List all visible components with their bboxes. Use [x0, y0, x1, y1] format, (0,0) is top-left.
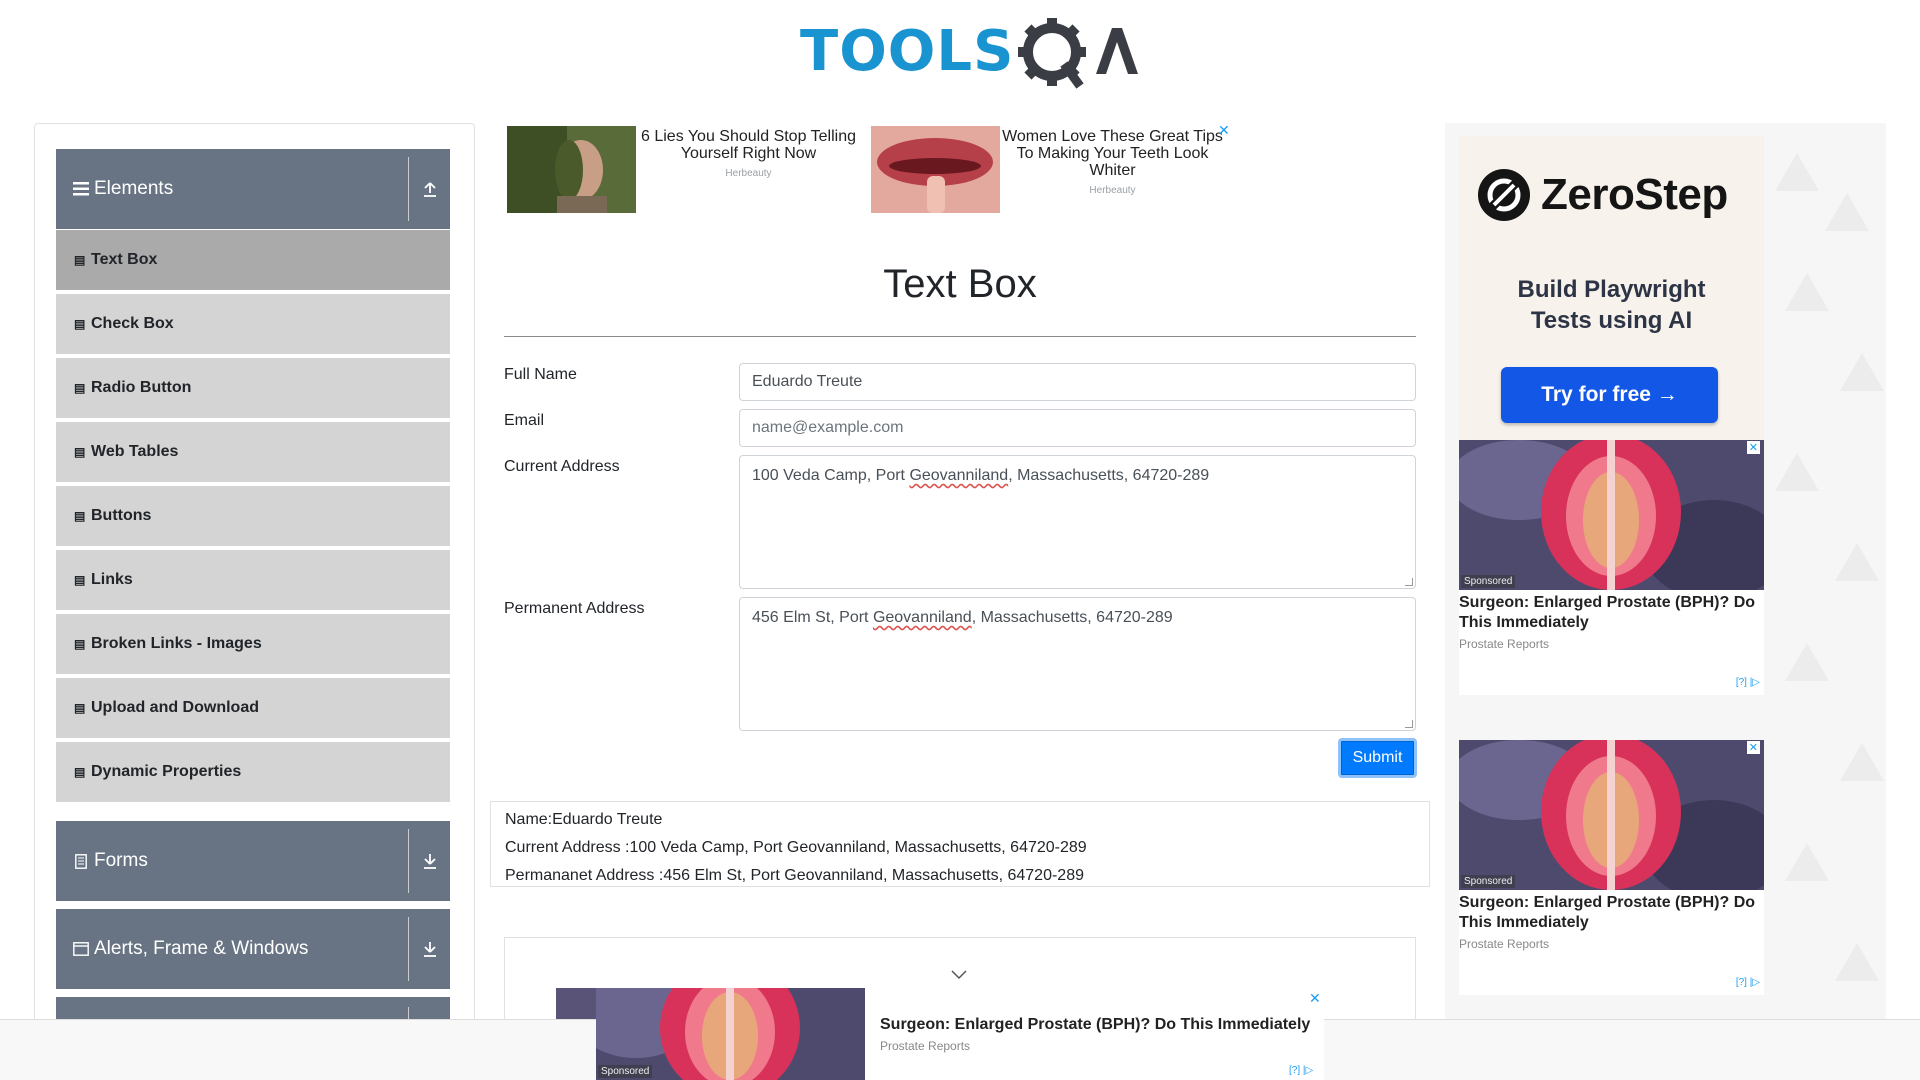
adchoices-icon[interactable]: [?] |▷ — [1736, 977, 1760, 988]
group-label-alerts: Alerts, Frame & Windows — [94, 938, 309, 959]
ad-title: Women Love These Great Tips To Making Yo… — [1002, 128, 1223, 179]
chevron-down-icon[interactable] — [951, 970, 967, 980]
html-file-icon: ▤ — [74, 701, 86, 715]
resize-handle[interactable] — [1405, 578, 1413, 586]
expand-icon[interactable] — [408, 829, 450, 893]
email-placeholder: name@example.com — [752, 419, 904, 436]
sidebar-item-radio-button[interactable]: ▤ Radio Button — [56, 358, 450, 420]
logo-tools-text: TOOLS — [800, 19, 1015, 84]
spellcheck-word: Geovanniland — [872, 609, 972, 626]
ad-headline: Surgeon: Enlarged Prostate (BPH)? Do Thi… — [1459, 894, 1756, 931]
output-permanent-address: Permananet Address :456 Elm St, Port Geo… — [505, 867, 1084, 884]
window-icon — [72, 942, 90, 956]
expand-icon[interactable] — [408, 917, 450, 981]
zerostep-ad[interactable]: ZeroStep Build Playwright Tests using AI… — [1459, 136, 1764, 442]
zerostep-logo-icon — [1478, 169, 1530, 221]
html-file-icon: ▤ — [74, 253, 86, 267]
html-file-icon: ▤ — [74, 381, 86, 395]
group-label-forms: Forms — [94, 850, 148, 871]
output-name: Name:Eduardo Treute — [505, 811, 663, 828]
permanent-address-textarea[interactable]: 456 Elm St, Port Geovanniland, Massachus… — [739, 597, 1416, 731]
sidebar-item-check-box[interactable]: ▤ Check Box — [56, 294, 450, 356]
sidebar-item-web-tables[interactable]: ▤ Web Tables — [56, 422, 450, 484]
side-ad-1[interactable]: Sponsored ✕ Surgeon: Enlarged Prostate (… — [1459, 440, 1764, 695]
spellcheck-word: Geovanniland — [909, 467, 1009, 484]
logo-gear-qa-icon — [1018, 18, 1139, 89]
right-ad-panel: ZeroStep Build Playwright Tests using AI… — [1445, 123, 1886, 1080]
submit-button[interactable]: Submit — [1338, 738, 1417, 778]
close-ad-icon[interactable]: ✕ — [1746, 441, 1760, 454]
zerostep-tagline: Build Playwright — [1517, 276, 1706, 303]
title-divider — [504, 336, 1416, 337]
output-current-address: Current Address :100 Veda Camp, Port Geo… — [505, 839, 1087, 856]
zerostep-tagline: Tests using AI — [1530, 307, 1693, 334]
output-box: Name:Eduardo Treute Current Address :100… — [490, 801, 1430, 887]
ad-source: Herbeauty — [1089, 185, 1136, 196]
html-file-icon: ▤ — [74, 573, 86, 587]
ad-image: Sponsored ✕ — [1459, 740, 1764, 890]
group-header-alerts[interactable]: Alerts, Frame & Windows — [56, 909, 450, 989]
toolsqa-logo[interactable]: TOOLS — [800, 14, 1139, 90]
ad-source: Prostate Reports — [1459, 637, 1550, 651]
adchoices-icon[interactable]: [?] |▷ — [1289, 1065, 1313, 1076]
html-file-icon: ▤ — [74, 317, 86, 331]
close-ad-icon[interactable]: ✕ — [1309, 990, 1321, 1007]
ad-thumbnail — [871, 126, 1000, 213]
close-ad-icon[interactable]: ✕ — [1218, 122, 1230, 139]
sidebar-item-upload-download[interactable]: ▤ Upload and Download — [56, 678, 450, 740]
close-ad-icon[interactable]: ✕ — [1746, 741, 1760, 754]
ad-headline: Surgeon: Enlarged Prostate (BPH)? Do Thi… — [1459, 594, 1756, 631]
full-name-label: Full Name — [504, 366, 577, 383]
html-file-icon: ▤ — [74, 445, 86, 459]
ad-source: Prostate Reports — [880, 1039, 971, 1053]
group-header-forms[interactable]: Forms — [56, 821, 450, 901]
sponsored-badge: Sponsored — [598, 1065, 653, 1078]
html-file-icon: ▤ — [74, 637, 86, 651]
sponsored-badge: Sponsored — [1461, 875, 1516, 888]
full-name-input[interactable]: Eduardo Treute — [739, 363, 1416, 401]
sidebar-item-dynamic-properties[interactable]: ▤ Dynamic Properties — [56, 742, 450, 804]
sponsored-badge: Sponsored — [1461, 575, 1516, 588]
resize-handle[interactable] — [1405, 720, 1413, 728]
form-icon — [72, 853, 90, 869]
sidebar-item-text-box[interactable]: ▤ Text Box — [56, 230, 450, 292]
page-title: Text Box — [883, 262, 1037, 306]
sidebar-item-broken-links[interactable]: ▤ Broken Links - Images — [56, 614, 450, 676]
html-file-icon: ▤ — [74, 509, 86, 523]
top-ad-2[interactable]: Women Love These Great Tips To Making Yo… — [871, 126, 1225, 213]
ad-thumbnail — [507, 126, 636, 213]
collapse-icon[interactable] — [408, 157, 450, 221]
html-file-icon: ▤ — [74, 765, 86, 779]
ad-image: Sponsored ✕ — [1459, 440, 1764, 590]
ad-image: Sponsored — [596, 988, 865, 1080]
sidebar-item-links[interactable]: ▤ Links — [56, 550, 450, 612]
current-address-label: Current Address — [504, 458, 620, 475]
ad-title: 6 Lies You Should Stop Telling Yourself … — [641, 128, 856, 162]
top-ad-1[interactable]: 6 Lies You Should Stop Telling Yourself … — [507, 126, 861, 213]
ad-source: Prostate Reports — [1459, 937, 1550, 951]
try-free-button[interactable]: Try for free → — [1501, 367, 1718, 423]
hamburger-icon — [72, 182, 90, 196]
side-ad-2[interactable]: Sponsored ✕ Surgeon: Enlarged Prostate (… — [1459, 740, 1764, 995]
current-address-textarea[interactable]: 100 Veda Camp, Port Geovanniland, Massac… — [739, 455, 1416, 589]
email-input[interactable]: name@example.com — [739, 409, 1416, 447]
group-header-elements[interactable]: Elements — [56, 149, 450, 229]
group-label-elements: Elements — [94, 178, 174, 199]
sticky-ad[interactable]: Sponsored Surgeon: Enlarged Prostate (BP… — [596, 988, 1324, 1080]
ad-source: Herbeauty — [725, 168, 772, 179]
email-label: Email — [504, 412, 545, 429]
sidebar-item-buttons[interactable]: ▤ Buttons — [56, 486, 450, 548]
adchoices-icon[interactable]: [?] |▷ — [1736, 677, 1760, 688]
permanent-address-label: Permanent Address — [504, 600, 645, 617]
ad-headline: Surgeon: Enlarged Prostate (BPH)? Do Thi… — [880, 1016, 1311, 1033]
zerostep-brand: ZeroStep — [1541, 170, 1728, 219]
